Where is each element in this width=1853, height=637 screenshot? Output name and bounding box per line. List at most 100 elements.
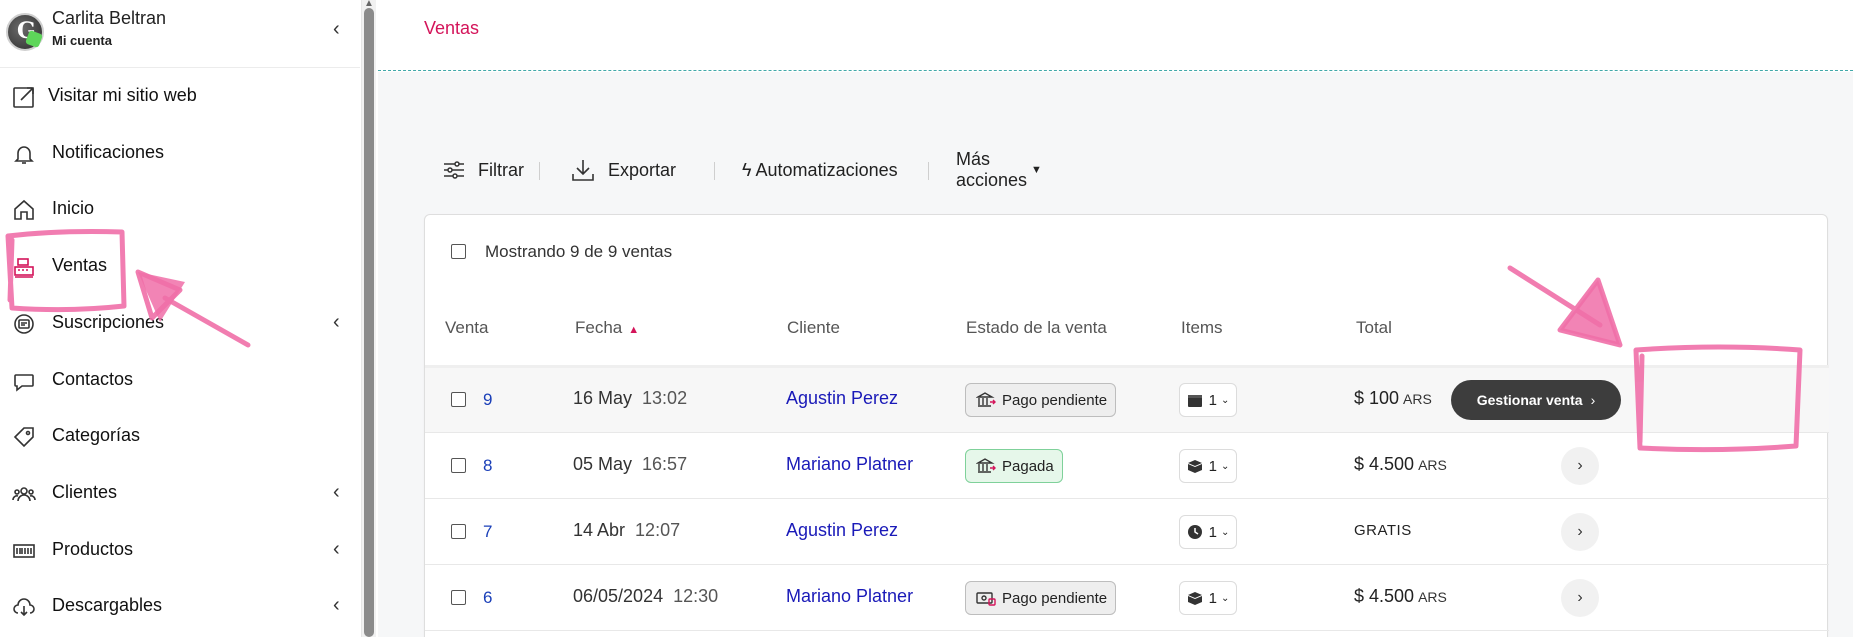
sidebar-item-label: Contactos <box>52 369 134 389</box>
sidebar-item-label: Visitar mi sitio web <box>48 85 197 105</box>
time-text: 12:30 <box>673 586 719 606</box>
sidebar-item-subscriptions[interactable]: Suscripciones ‹ <box>0 301 360 345</box>
showing-count: Mostrando 9 de 9 ventas <box>485 242 673 261</box>
cash-register-icon <box>14 258 34 278</box>
row-checkbox[interactable] <box>451 590 466 605</box>
bolt-icon: ϟ <box>742 159 752 180</box>
sidebar-item-sales[interactable]: Ventas <box>0 244 360 288</box>
chevron-left-icon[interactable]: ‹ <box>333 481 340 504</box>
select-all-checkbox[interactable] <box>451 244 466 259</box>
items-dropdown[interactable]: 1 ⌄ <box>1179 383 1237 417</box>
column-header-total[interactable]: Total <box>1356 318 1392 338</box>
row-checkbox[interactable] <box>451 392 466 407</box>
sale-date: 16 May 13:02 <box>573 388 687 409</box>
table-row[interactable]: 6 06/05/2024 12:30 Mariano Platner Pago p… <box>425 566 1829 631</box>
account-header[interactable]: G Carlita Beltran Mi cuenta ‹ <box>0 0 360 68</box>
sort-up-icon: ▲ <box>628 324 640 336</box>
sidebar-item-home[interactable]: Inicio <box>0 187 360 231</box>
sidebar-item-downloads[interactable]: Descargables ‹ <box>0 584 360 628</box>
tag-icon <box>13 427 34 448</box>
filter-label: Filtrar <box>478 159 524 180</box>
sidebar-item-visit-site[interactable]: Visitar mi sitio web <box>0 74 360 118</box>
column-header-venta[interactable]: Venta <box>445 318 489 338</box>
items-count: 1 <box>1208 391 1217 409</box>
date-text: 05 May <box>573 454 633 474</box>
sidebar-item-label: Ventas <box>52 255 108 275</box>
sale-id-link[interactable]: 8 <box>483 456 492 476</box>
items-dropdown[interactable]: 1 ⌄ <box>1179 515 1237 549</box>
client-link[interactable]: Mariano Platner <box>786 586 913 607</box>
sale-id-link[interactable]: 9 <box>483 390 492 410</box>
sale-id-link[interactable]: 7 <box>483 522 492 542</box>
date-text: 16 May <box>573 388 633 408</box>
chevron-down-icon: ⌄ <box>1220 526 1230 538</box>
sidebar-item-label: Productos <box>52 539 134 559</box>
status-badge: Pago pendiente <box>965 581 1117 615</box>
avatar: G <box>6 13 44 51</box>
items-count: 1 <box>1208 589 1217 607</box>
main-content: Ventas Filtrar Exportar ϟ Automatizacion… <box>378 0 1853 637</box>
row-open-button[interactable]: › <box>1561 579 1599 617</box>
row-open-button[interactable]: › <box>1561 513 1599 551</box>
account-subtitle: Mi cuenta <box>52 33 112 48</box>
home-icon <box>14 199 34 220</box>
status-text: Pago pendiente <box>1002 589 1108 607</box>
currency: ARS <box>1418 457 1447 473</box>
more-actions-label: Más acciones <box>956 149 1028 190</box>
total-amount: $ 4.500 <box>1354 454 1415 474</box>
client-link[interactable]: Mariano Platner <box>786 454 913 475</box>
client-link[interactable]: Agustin Perez <box>786 388 898 409</box>
chevron-left-icon[interactable]: ‹ <box>333 538 340 561</box>
table-row[interactable]: 9 16 May 13:02 Agustin Perez Pago pendien… <box>425 368 1829 433</box>
scroll-thumb[interactable] <box>364 8 374 637</box>
currency: ARS <box>1418 589 1447 605</box>
column-header-fecha[interactable]: Fecha ▲ <box>575 318 639 338</box>
row-checkbox[interactable] <box>451 458 466 473</box>
automations-button[interactable]: ϟ Automatizaciones <box>742 150 898 190</box>
sidebar-scrollbar[interactable]: ▲ <box>362 0 376 637</box>
status-badge: Pago pendiente <box>965 383 1117 417</box>
clock-icon <box>1187 525 1202 539</box>
status-text: Pagada <box>1002 457 1054 475</box>
table-row[interactable]: 7 14 Abr 12:07 Agustin Perez 1 ⌄ GRATIS › <box>425 500 1829 565</box>
chevron-left-icon[interactable]: ‹ <box>333 18 340 41</box>
account-name: Carlita Beltran <box>52 8 167 28</box>
cloud-download-icon <box>13 598 35 617</box>
sale-total: GRATIS <box>1354 522 1412 539</box>
date-text: 14 Abr <box>573 520 626 540</box>
chevron-down-icon: ⌄ <box>1220 460 1230 472</box>
client-link[interactable]: Agustin Perez <box>786 520 898 541</box>
items-dropdown[interactable]: 1 ⌄ <box>1179 581 1237 615</box>
items-count: 1 <box>1208 523 1217 541</box>
caret-down-icon: ▼ <box>1031 164 1042 176</box>
chevron-right-icon: › <box>1577 523 1583 540</box>
row-checkbox[interactable] <box>451 524 466 539</box>
chevron-down-icon: ⌄ <box>1220 394 1230 406</box>
sidebar-item-contacts[interactable]: Contactos <box>0 358 360 402</box>
table-row[interactable]: 8 05 May 16:57 Mariano Platner Pagada 1 ⌄… <box>425 434 1829 499</box>
export-button[interactable]: Exportar <box>570 150 676 190</box>
sale-id-link[interactable]: 6 <box>483 588 492 608</box>
sidebar-item-categories[interactable]: Categorías <box>0 414 360 458</box>
column-header-items[interactable]: Items <box>1181 318 1223 338</box>
filter-button[interactable]: Filtrar <box>442 150 524 190</box>
chevron-left-icon[interactable]: ‹ <box>333 594 340 617</box>
items-dropdown[interactable]: 1 ⌄ <box>1179 449 1237 483</box>
sidebar-item-notifications[interactable]: Notificaciones <box>0 131 360 175</box>
column-header-cliente[interactable]: Cliente <box>787 318 840 338</box>
page-title: Ventas <box>424 18 480 38</box>
more-actions-button[interactable]: Más acciones ▼ <box>956 149 1042 190</box>
date-text: 06/05/2024 <box>573 586 664 606</box>
avatar-letter: G <box>17 18 36 44</box>
sidebar-item-clients[interactable]: Clientes ‹ <box>0 471 360 515</box>
total-amount: $ 100 <box>1354 388 1400 408</box>
column-header-estado[interactable]: Estado de la venta <box>966 318 1107 338</box>
sidebar-item-products[interactable]: Productos ‹ <box>0 528 360 572</box>
toolbar-separator <box>928 162 929 180</box>
chevron-left-icon[interactable]: ‹ <box>333 311 340 334</box>
export-label: Exportar <box>608 159 677 180</box>
chevron-right-icon: › <box>1577 589 1583 606</box>
manage-sale-button[interactable]: Gestionar venta › <box>1451 380 1621 420</box>
status-badge: Pagada <box>965 449 1063 483</box>
row-open-button[interactable]: › <box>1561 447 1599 485</box>
